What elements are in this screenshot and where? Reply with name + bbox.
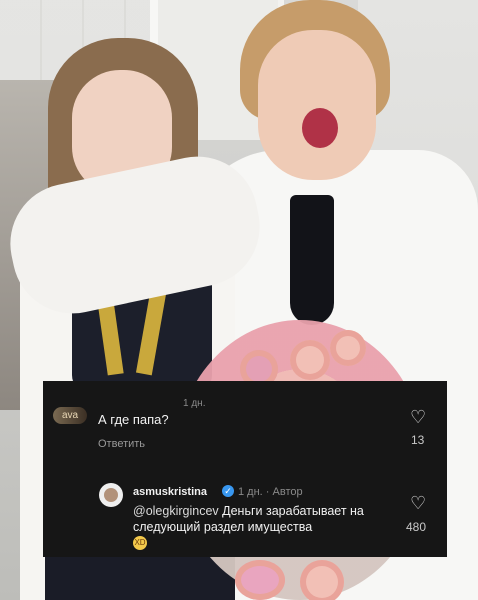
avatar-label: ava [61, 410, 79, 421]
avatar[interactable]: ava [53, 407, 87, 424]
woman-tie [290, 195, 334, 325]
like-count: 480 [406, 520, 427, 534]
reply-button[interactable]: Ответить [98, 438, 145, 450]
laughing-emoji-icon: XD [133, 536, 147, 550]
flower [330, 330, 366, 366]
comment-meta: 1 дн. · Автор [238, 486, 303, 498]
like-count: 13 [411, 433, 425, 447]
woman-face [258, 30, 376, 180]
comment-text: @olegkirgincev Деньги зарабатывает на сл… [133, 503, 403, 535]
mention-link[interactable]: @olegkirgincev [133, 504, 219, 518]
heart-icon[interactable]: ♡ [410, 408, 426, 426]
verified-badge-icon: ✓ [222, 485, 234, 497]
woman-mouth [302, 108, 338, 148]
comment-time: 1 дн. [183, 398, 206, 409]
flower [300, 560, 344, 600]
avatar[interactable] [99, 483, 123, 507]
girl-skirt [45, 555, 235, 600]
heart-icon[interactable]: ♡ [410, 494, 426, 512]
comment-text: А где папа? [98, 412, 169, 427]
avatar-image [104, 488, 118, 502]
comment-username[interactable]: asmuskristina [133, 486, 207, 498]
flower [235, 560, 285, 600]
flower [290, 340, 330, 380]
comments-overlay: 1 дн. ava А где папа? Ответить ♡ 13 asmu… [43, 381, 447, 557]
